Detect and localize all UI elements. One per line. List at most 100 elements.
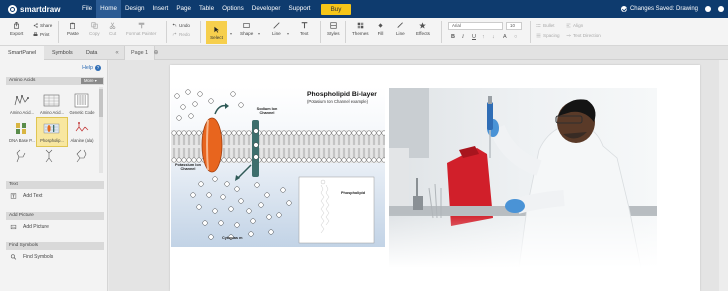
themes-button[interactable]: Themes xyxy=(352,22,369,36)
select-dropdown-arrow[interactable]: ▾ xyxy=(230,31,232,36)
lipid-head xyxy=(341,157,347,163)
sodium-channel-label: Sodium Ion Channel xyxy=(256,107,278,116)
collapse-panel-icon[interactable]: « xyxy=(113,49,121,57)
undo-button[interactable]: Undo xyxy=(172,23,190,28)
tab-symbols[interactable]: Symbols xyxy=(44,46,81,60)
styles-button[interactable]: Styles xyxy=(327,22,340,36)
export-button[interactable]: Export xyxy=(10,22,23,36)
ion-particle xyxy=(197,91,203,97)
effects-button[interactable]: Effects xyxy=(416,22,430,36)
lipid-head xyxy=(181,130,187,136)
text-size-down-icon[interactable]: ↓ xyxy=(492,34,495,40)
shape-tool-button[interactable]: Shape xyxy=(240,22,253,36)
lipid-head xyxy=(196,130,202,136)
cut-button[interactable]: Cut xyxy=(109,22,116,36)
shape-tile[interactable] xyxy=(7,146,37,174)
font-family-select[interactable]: Arial xyxy=(448,22,503,30)
add-picture-label: Add Picture xyxy=(23,224,49,230)
undo-label: Undo xyxy=(179,23,190,28)
shape-tile[interactable]: Alanine (ala) xyxy=(67,118,97,146)
shape-dropdown-arrow[interactable]: ▾ xyxy=(258,31,260,36)
menu-options[interactable]: Options xyxy=(218,0,248,18)
menu-support[interactable]: Support xyxy=(285,0,315,18)
font-size-select[interactable]: 10 xyxy=(506,22,522,30)
format-painter-button[interactable]: Format Painter xyxy=(126,22,156,36)
amino-acid-chart-thumbnail xyxy=(43,94,60,107)
shape-label: Phospholip... xyxy=(40,138,64,143)
bullet-label: Bullet xyxy=(543,23,555,28)
shape-tile[interactable] xyxy=(37,146,67,174)
shape-tile[interactable]: DNA Base P... xyxy=(7,118,37,146)
buy-button[interactable]: Buy xyxy=(320,3,352,15)
lipid-head xyxy=(261,130,267,136)
lab-scientist-photo[interactable] xyxy=(389,88,657,268)
copy-button[interactable]: Copy xyxy=(89,22,100,36)
ion-particle xyxy=(208,98,214,104)
underline-button[interactable]: U xyxy=(472,34,476,40)
library-header: Amino Acids More ▾ xyxy=(6,77,104,85)
bullet-button[interactable]: Bullet xyxy=(536,23,555,28)
lipid-head xyxy=(301,157,307,163)
smartdraw-logo[interactable]: smartdraw xyxy=(0,4,78,14)
shape-tile[interactable]: Amino Acid... xyxy=(37,90,67,118)
highlight-icon[interactable]: ○ xyxy=(514,34,517,40)
redo-button[interactable]: Redo xyxy=(172,32,190,37)
find-section-header: Find Symbols xyxy=(6,242,104,250)
main-menu: File Home Design Insert Page Table Optio… xyxy=(78,0,352,18)
print-button[interactable]: Print xyxy=(33,32,49,37)
lipid-head xyxy=(281,130,287,136)
shape-label: Alanine (ala) xyxy=(70,138,94,143)
library-scrollbar[interactable] xyxy=(99,87,103,173)
line-style-button[interactable]: Line xyxy=(396,22,405,36)
shape-tile[interactable] xyxy=(67,146,97,174)
fill-button[interactable]: Fill xyxy=(377,22,384,36)
lipid-head xyxy=(316,130,322,136)
align-button[interactable]: Align xyxy=(566,23,583,28)
tab-smartpanel[interactable]: SmartPanel xyxy=(0,46,45,60)
text-tool-button[interactable]: Text xyxy=(300,22,308,36)
line-tool-button[interactable]: Line xyxy=(272,22,281,36)
add-text-button[interactable]: Add Text xyxy=(10,193,42,199)
text-direction-icon xyxy=(566,34,571,37)
picture-icon xyxy=(10,224,17,230)
shape-tile[interactable]: Amino Acid... xyxy=(7,90,37,118)
lipid-head xyxy=(311,130,317,136)
lipid-head xyxy=(351,130,357,136)
lipid-head xyxy=(246,157,252,163)
settings-icon[interactable] xyxy=(705,6,711,12)
help-icon[interactable] xyxy=(718,6,724,12)
ion-particle xyxy=(234,186,240,192)
find-symbols-button[interactable]: Find Symbols xyxy=(10,254,53,260)
spacing-button[interactable]: Spacing xyxy=(536,33,560,38)
canvas-scrollbar[interactable] xyxy=(719,60,728,291)
text-direction-button[interactable]: Text Direction xyxy=(566,33,601,38)
font-color-icon[interactable]: A xyxy=(503,34,507,40)
scrollbar-thumb[interactable] xyxy=(99,89,103,117)
line-dropdown-arrow[interactable]: ▾ xyxy=(287,31,289,36)
menu-table[interactable]: Table xyxy=(195,0,218,18)
ion-particle xyxy=(202,220,208,226)
menu-insert[interactable]: Insert xyxy=(149,0,173,18)
ion-particle xyxy=(198,181,204,187)
logo-text: smartdraw xyxy=(20,4,61,14)
shape-tile-selected[interactable]: Phospholip... xyxy=(36,117,68,147)
shape-tile[interactable]: Genetic Code xyxy=(67,90,97,118)
help-link[interactable]: Help ? xyxy=(82,65,101,71)
tab-page-1[interactable]: Page 1 xyxy=(124,46,156,60)
add-picture-button[interactable]: Add Picture xyxy=(10,224,49,230)
add-page-icon[interactable]: ⊕ xyxy=(152,49,160,57)
paste-button[interactable]: Paste xyxy=(67,22,79,36)
bold-button[interactable]: B xyxy=(451,34,455,40)
share-button[interactable]: Share xyxy=(33,23,52,28)
menu-developer[interactable]: Developer xyxy=(248,0,285,18)
italic-button[interactable]: I xyxy=(462,34,464,40)
menu-home[interactable]: Home xyxy=(96,0,121,18)
find-symbols-label: Find Symbols xyxy=(23,254,54,260)
menu-page[interactable]: Page xyxy=(172,0,195,18)
tab-data[interactable]: Data xyxy=(78,46,105,60)
menu-design[interactable]: Design xyxy=(121,0,149,18)
menu-file[interactable]: File xyxy=(78,0,96,18)
select-tool-button[interactable]: Select xyxy=(206,21,227,44)
text-size-up-icon[interactable]: ↑ xyxy=(482,34,485,40)
more-button[interactable]: More ▾ xyxy=(81,78,103,84)
